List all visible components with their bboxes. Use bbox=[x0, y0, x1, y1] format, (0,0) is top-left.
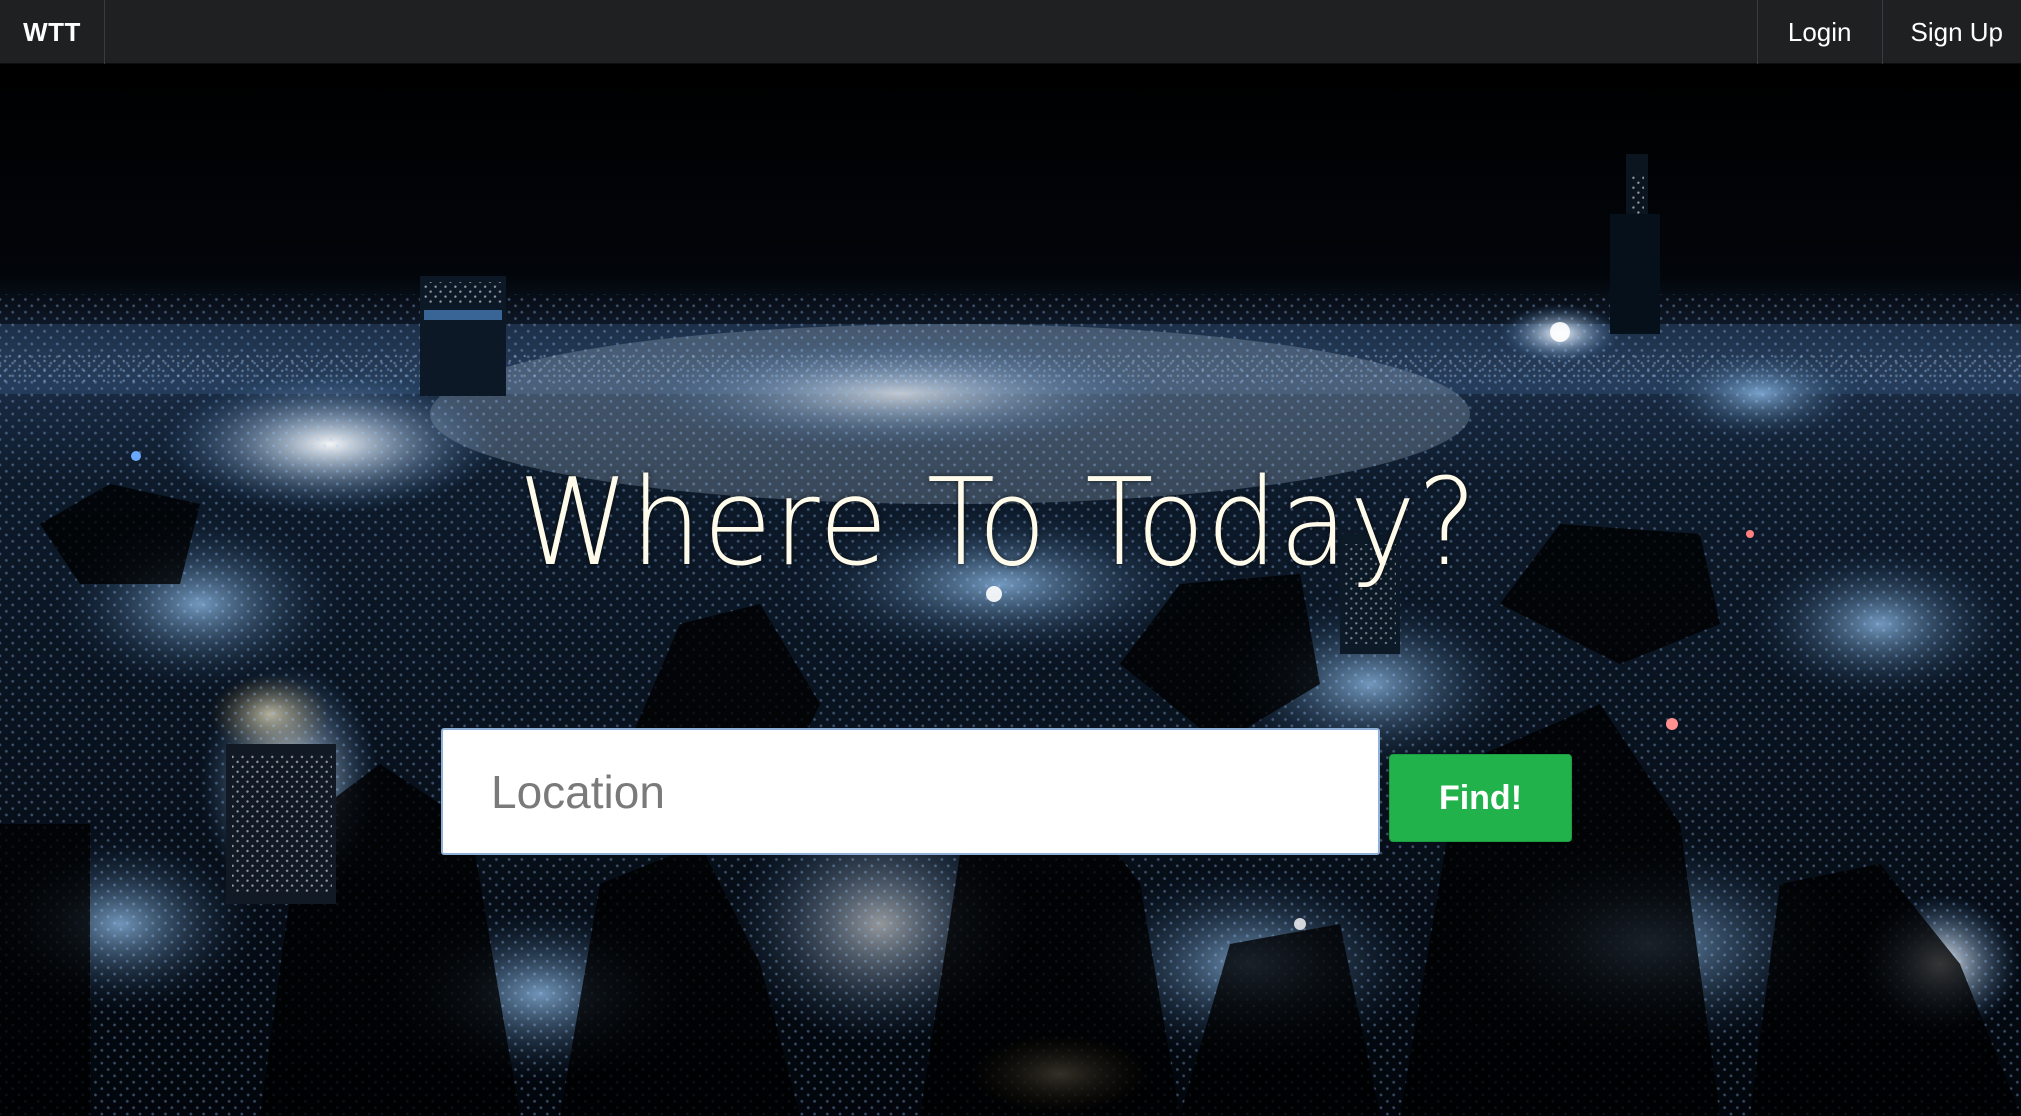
navbar-right-links: Login Sign Up bbox=[1756, 0, 2021, 64]
brand-logo-link[interactable]: WTT bbox=[0, 0, 105, 64]
hero-title: Where To Today? bbox=[518, 454, 1479, 593]
top-navbar: WTT Login Sign Up bbox=[0, 0, 2021, 64]
hero-section: Where To Today? Find! bbox=[0, 64, 2021, 1116]
signup-link[interactable]: Sign Up bbox=[1881, 0, 2021, 64]
page: WTT Login Sign Up Where To Today? Locati… bbox=[0, 0, 2021, 1116]
find-button[interactable]: Find! bbox=[1389, 754, 1572, 842]
login-link[interactable]: Login bbox=[1756, 0, 1882, 64]
location-search-input[interactable] bbox=[441, 728, 1380, 855]
